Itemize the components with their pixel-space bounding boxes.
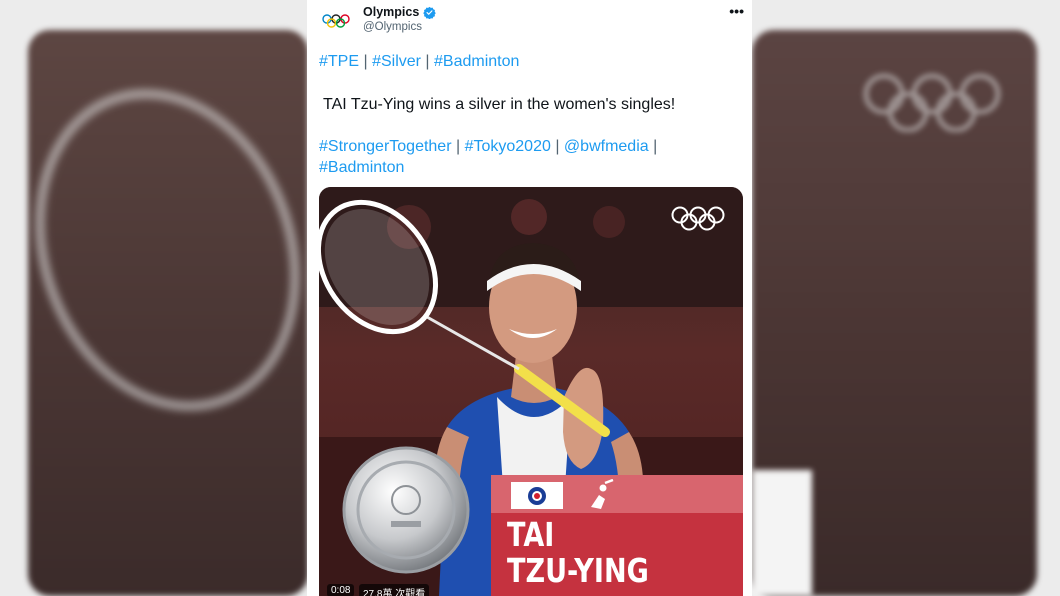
more-options-icon[interactable]: ••• — [729, 3, 744, 19]
tweet-header: Olympics @Olympics ••• — [307, 0, 752, 44]
olympic-rings-icon — [671, 206, 725, 231]
olympic-rings-icon — [322, 14, 350, 28]
hashtag-badminton[interactable]: #Badminton — [434, 53, 519, 70]
tweet-card: Olympics @Olympics ••• #TPE | #Silver | … — [307, 0, 752, 596]
hashtag-tokyo2020[interactable]: #Tokyo2020 — [465, 138, 551, 155]
athlete-first-name: TAI — [507, 515, 555, 554]
athlete-last-name: TZU-YING — [507, 551, 649, 590]
separator: | — [451, 138, 465, 155]
display-name[interactable]: Olympics — [363, 5, 419, 19]
separator: | — [420, 53, 435, 70]
chinese-taipei-flag-icon — [511, 482, 563, 509]
blurred-background-shape — [752, 470, 812, 596]
verified-badge-icon — [423, 6, 437, 19]
badminton-pictogram-icon — [591, 479, 614, 509]
tweet-text-line1: #TPE | #Silver | #Badminton — [319, 51, 739, 72]
tweet-text-body: TAI Tzu-Ying wins a silver in the women'… — [323, 96, 676, 113]
tweet-video[interactable]: TAI TZU-YING 0:08 27.8萬 次觀看 — [319, 187, 743, 596]
athlete-nameplate: TAI TZU-YING — [491, 475, 743, 596]
name-row: Olympics — [363, 5, 437, 19]
account-handle[interactable]: @Olympics — [363, 21, 422, 33]
video-views: 27.8萬 次觀看 — [359, 584, 430, 596]
hashtag-strongertogether[interactable]: #StrongerTogether — [319, 138, 452, 155]
video-time: 0:08 — [327, 584, 355, 596]
avatar[interactable] — [317, 4, 355, 38]
hashtag-badminton[interactable]: #Badminton — [319, 159, 404, 176]
separator: | — [550, 138, 564, 155]
hashtag-tpe[interactable]: #TPE — [319, 53, 359, 70]
silver-medal-icon — [342, 446, 470, 574]
separator: | — [359, 53, 373, 70]
separator: | — [648, 138, 658, 155]
mention-bwfmedia[interactable]: @bwfmedia — [564, 138, 649, 155]
tweet-text-line3: #StrongerTogether | #Tokyo2020 | @bwfmed… — [319, 136, 739, 178]
hashtag-silver[interactable]: #Silver — [372, 53, 421, 70]
blurred-olympic-rings-icon — [863, 73, 1001, 132]
